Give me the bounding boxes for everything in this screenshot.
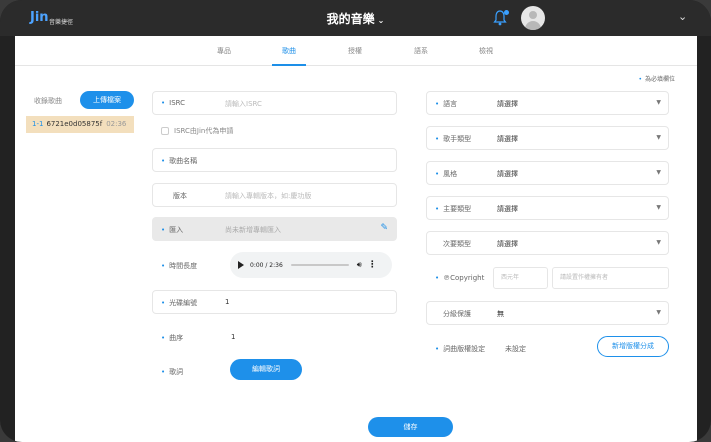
chevron-down-icon: ▼ — [656, 99, 661, 106]
chevron-down-icon: ▼ — [656, 239, 661, 246]
song-number: 1-1 — [32, 120, 44, 128]
user-avatar-icon[interactable] — [521, 6, 545, 30]
copyright-owner-input[interactable]: 請設置作權擁有者 — [552, 267, 669, 289]
chevron-down-icon: ▼ — [656, 134, 661, 141]
import-value: 尚未新增專輯匯入 — [225, 226, 281, 234]
split-setting-value: 未設定 — [505, 345, 526, 353]
disc-number-field[interactable]: • 光碟編號 1 — [152, 290, 397, 314]
track-order-field: • 曲序 1 — [152, 325, 397, 349]
artist-type-select[interactable]: • 歌手類型 請選擇 ▼ — [426, 126, 669, 150]
upload-button[interactable]: 上傳檔案 — [80, 91, 134, 109]
audio-player[interactable]: 0:00 / 2:36 🔊︎ ⋮ — [230, 252, 392, 278]
tab-language[interactable]: 語系 — [401, 46, 441, 56]
split-setting-field: • 詞曲版權設定 未設定 — [426, 336, 591, 360]
version-field[interactable]: 版本 請輸入專輯版本，如:慶功版 — [152, 183, 397, 207]
chevron-down-icon: ▼ — [656, 204, 661, 211]
disc-number-input[interactable]: 1 — [225, 298, 229, 306]
audio-progress-bar[interactable] — [290, 264, 349, 266]
required-note: • 為必填欄位 — [638, 76, 675, 83]
lyrics-field: • 歌詞 — [152, 359, 222, 383]
add-split-button[interactable]: 新增版權分成 — [597, 336, 669, 357]
chevron-down-icon: ▼ — [656, 169, 661, 176]
tab-bar: 專品 歌曲 授權 語系 檢視 — [15, 36, 697, 66]
volume-icon[interactable]: 🔊︎ — [357, 260, 362, 270]
save-button[interactable]: 儲存 — [368, 417, 453, 437]
song-name: 6721e0d05875f — [46, 120, 103, 128]
page-title[interactable]: 我的音樂 ⌄ — [0, 10, 711, 27]
song-list-label: 收錄歌曲 — [34, 97, 62, 105]
title-chevron-icon: ⌄ — [377, 16, 385, 25]
top-bar: Jin 音樂捷徑 我的音樂 ⌄ ⌄ — [0, 0, 711, 36]
chevron-down-icon: ▼ — [656, 309, 661, 316]
chevron-down-icon[interactable]: ⌄ — [678, 10, 687, 23]
language-select[interactable]: • 語言 請選擇 ▼ — [426, 91, 669, 115]
main-genre-select[interactable]: • 主要類型 請選擇 ▼ — [426, 196, 669, 220]
song-list-item[interactable]: 1-1 6721e0d05875f 02:36 — [26, 116, 134, 133]
app-window: Jin 音樂捷徑 我的音樂 ⌄ ⌄ 專品 歌曲 授權 語系 檢視 • 為必填欄位 收… — [0, 0, 711, 442]
import-field: • 匯入 尚未新增專輯匯入 ✎ — [152, 217, 397, 241]
song-name-field[interactable]: • 歌曲名稱 — [152, 148, 397, 172]
style-select[interactable]: • 風格 請選擇 ▼ — [426, 161, 669, 185]
isrc-input[interactable]: 請輸入ISRC — [225, 99, 262, 109]
audio-time: 0:00 / 2:36 — [250, 261, 283, 269]
tab-albums[interactable]: 專品 — [204, 46, 244, 56]
isrc-field[interactable]: • ISRC 請輸入ISRC — [152, 91, 397, 115]
sub-genre-select[interactable]: 次要類型 請選擇 ▼ — [426, 231, 669, 255]
main-panel: 專品 歌曲 授權 語系 檢視 • 為必填欄位 收錄歌曲 上傳檔案 1-1 6721e… — [15, 36, 697, 442]
tab-review[interactable]: 檢視 — [466, 46, 506, 56]
checkbox-icon[interactable] — [161, 127, 169, 135]
isrc-apply-checkbox[interactable]: ISRC由Jin代為申請 — [161, 126, 233, 136]
tab-license[interactable]: 授權 — [335, 46, 375, 56]
page-title-text: 我的音樂 — [326, 12, 375, 26]
edit-lyrics-button[interactable]: 編輯歌詞 — [230, 359, 302, 380]
song-duration: 02:36 — [106, 120, 127, 128]
play-icon[interactable] — [238, 261, 244, 269]
track-order-value: 1 — [231, 333, 236, 341]
rating-select[interactable]: 分級保護 無 ▼ — [426, 301, 669, 325]
tab-songs[interactable]: 歌曲 — [269, 46, 309, 56]
copyright-year-input[interactable]: 西元年 — [493, 267, 548, 289]
duration-field: • 時間長度 — [152, 253, 222, 277]
more-options-icon[interactable]: ⋮ — [368, 260, 377, 270]
version-input[interactable]: 請輸入專輯版本，如:慶功版 — [225, 191, 311, 201]
notification-dot — [504, 10, 509, 15]
pencil-icon[interactable]: ✎ — [380, 223, 388, 233]
active-tab-indicator — [272, 64, 306, 66]
